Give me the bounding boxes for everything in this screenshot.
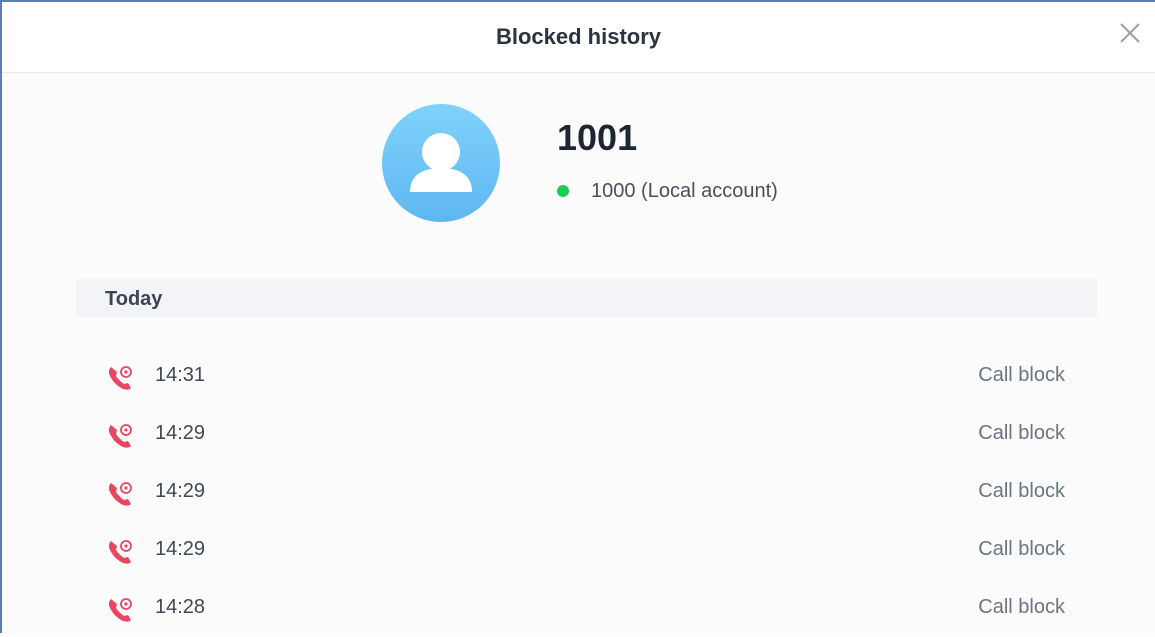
dialog-body: 1001 1000 (Local account) Today 14:31 Ca… bbox=[2, 73, 1155, 633]
call-time: 14:29 bbox=[155, 480, 206, 502]
status-dot bbox=[557, 185, 569, 197]
date-group-header: Today bbox=[76, 279, 1097, 317]
dialog-header: Blocked history bbox=[2, 2, 1155, 73]
blocked-call-icon bbox=[105, 595, 135, 625]
call-time: 14:31 bbox=[155, 364, 206, 386]
blocked-call-icon bbox=[105, 363, 135, 393]
history-row[interactable]: 14:28 Call block bbox=[2, 579, 1155, 637]
call-type: Call block bbox=[978, 480, 1065, 502]
call-type: Call block bbox=[978, 422, 1065, 444]
call-type: Call block bbox=[978, 364, 1065, 386]
close-icon[interactable] bbox=[1117, 20, 1143, 46]
call-type: Call block bbox=[978, 538, 1065, 560]
history-row[interactable]: 14:31 Call block bbox=[2, 347, 1155, 405]
history-row[interactable]: 14:29 Call block bbox=[2, 463, 1155, 521]
dialog-title: Blocked history bbox=[495, 24, 662, 49]
blocked-history-dialog: Blocked history 1001 1000 (Local account… bbox=[0, 0, 1155, 633]
avatar bbox=[382, 104, 500, 222]
call-time: 14:29 bbox=[155, 422, 206, 444]
history-row[interactable]: 14:29 Call block bbox=[2, 405, 1155, 463]
call-type: Call block bbox=[978, 596, 1065, 618]
blocked-call-icon bbox=[105, 421, 135, 451]
date-group-label: Today bbox=[105, 288, 163, 310]
account-row: 1000 (Local account) bbox=[557, 179, 778, 203]
person-icon bbox=[410, 133, 472, 192]
call-time: 14:28 bbox=[155, 596, 206, 618]
account-label: 1000 (Local account) bbox=[591, 179, 778, 202]
blocked-call-icon bbox=[105, 479, 135, 509]
blocked-call-icon bbox=[105, 537, 135, 567]
contact-name: 1001 bbox=[557, 117, 638, 158]
call-time: 14:29 bbox=[155, 538, 206, 560]
history-row[interactable]: 14:29 Call block bbox=[2, 521, 1155, 579]
